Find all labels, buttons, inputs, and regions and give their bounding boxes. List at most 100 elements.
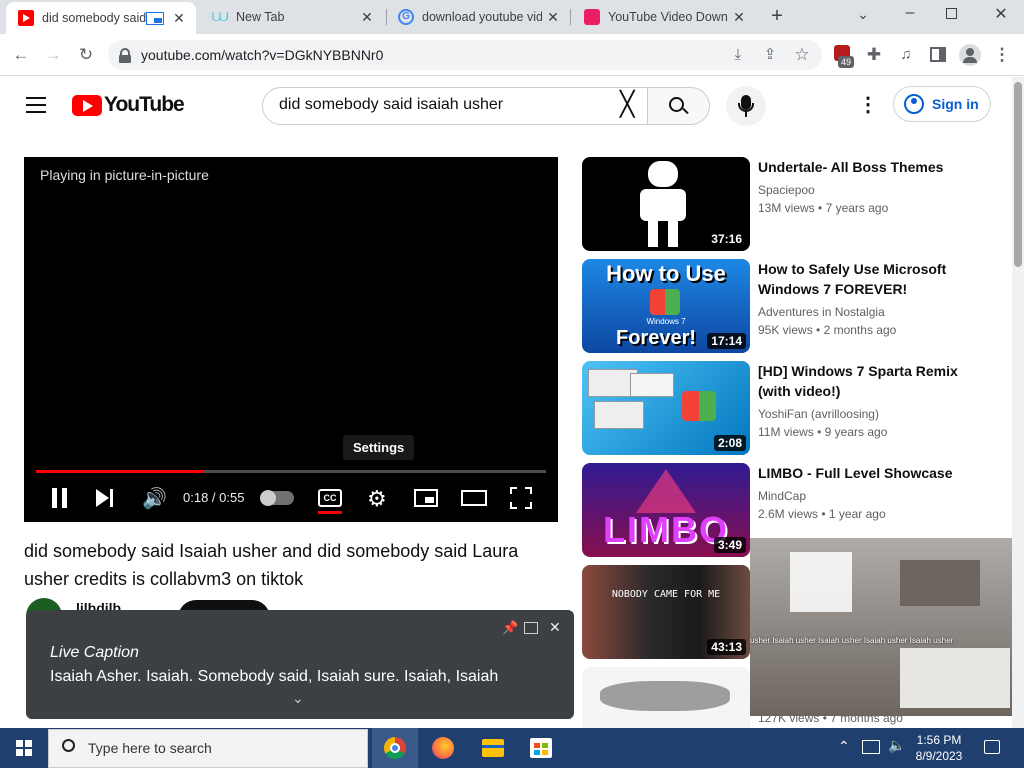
caption-text: Isaiah Asher. Isaiah. Somebody said, Isa… xyxy=(50,668,499,685)
restore-button[interactable] xyxy=(946,8,957,19)
settings-gear-icon[interactable]: ⚙ xyxy=(367,486,387,512)
extensions-puzzle-icon[interactable]: ✚ xyxy=(862,43,886,67)
speaker-icon[interactable]: 🔈 xyxy=(888,737,905,754)
pip-scene-window xyxy=(790,552,852,612)
browser-menu-icon[interactable]: ⋮ xyxy=(990,43,1014,67)
time-display: 0:18 / 0:55 xyxy=(183,490,245,505)
new-tab-favicon-icon: ⩊ xyxy=(212,8,229,25)
video-title[interactable]: How to Safely Use Microsoft Windows 7 FO… xyxy=(758,259,978,299)
youtube-favicon-icon xyxy=(18,10,34,26)
video-thumbnail[interactable]: 37:16 xyxy=(582,157,750,251)
extension-badge: 49 xyxy=(838,56,855,68)
video-thumbnail[interactable]: How to Use Windows 7 Forever! 17:14 xyxy=(582,259,750,353)
video-title[interactable]: Undertale- All Boss Themes xyxy=(758,157,978,177)
close-window-button[interactable]: ✕ xyxy=(990,4,1012,24)
miniplayer-icon[interactable] xyxy=(414,489,438,507)
tab-title: did somebody said Isaiah usher xyxy=(42,11,146,25)
video-thumbnail[interactable]: 2:08 xyxy=(582,361,750,455)
chrome-icon[interactable] xyxy=(384,737,406,759)
channel-name[interactable]: YoshiFan (avrilloosing) xyxy=(758,407,879,421)
minimize-button[interactable]: – xyxy=(898,4,922,22)
video-meta: 2.6M views • 1 year ago xyxy=(758,507,886,521)
pip-overlay-text: usher Isaiah usher Isaiah usher Isaiah u… xyxy=(750,636,954,645)
video-thumbnail[interactable]: LIMBO 3:49 xyxy=(582,463,750,557)
video-thumbnail[interactable]: NOBODY CAME FOR ME 43:13 xyxy=(582,565,750,659)
search-button[interactable] xyxy=(648,87,710,125)
back-arrow-icon[interactable]: ← xyxy=(9,43,33,67)
video-duration: 37:16 xyxy=(707,231,746,247)
close-caption-icon[interactable]: ✕ xyxy=(549,619,561,636)
windows-start-icon[interactable] xyxy=(16,740,32,756)
channel-name[interactable]: Adventures in Nostalgia xyxy=(758,305,885,319)
autoplay-toggle[interactable] xyxy=(260,490,294,506)
youtube-logo-icon[interactable] xyxy=(72,95,102,116)
side-panel-icon[interactable] xyxy=(930,47,946,62)
settings-more-icon[interactable]: ⋮ xyxy=(858,92,878,117)
youtube-logo-text[interactable]: YouTube xyxy=(104,93,185,117)
picture-in-picture-icon[interactable] xyxy=(146,11,164,25)
notification-center-icon[interactable] xyxy=(984,740,1000,754)
hamburger-menu-icon[interactable] xyxy=(26,97,46,113)
close-tab-icon[interactable]: ✕ xyxy=(168,10,190,27)
profile-avatar-icon[interactable] xyxy=(959,44,981,66)
network-icon[interactable] xyxy=(862,740,880,754)
taskbar-clock[interactable]: 1:56 PM 8/9/2023 xyxy=(908,732,970,764)
fullscreen-icon[interactable] xyxy=(510,487,532,509)
close-tab-icon[interactable]: ✕ xyxy=(542,9,564,26)
tab-separator xyxy=(570,9,571,25)
video-thumbnail[interactable] xyxy=(582,667,750,728)
recommended-video[interactable]: 2:08 [HD] Windows 7 Sparta Remix (with v… xyxy=(582,361,992,455)
search-input[interactable]: did somebody said isaiah usher xyxy=(262,87,648,125)
voice-search-button[interactable] xyxy=(726,86,766,126)
close-tab-icon[interactable]: ✕ xyxy=(356,9,378,26)
taskbar-time: 1:56 PM xyxy=(916,733,962,747)
picture-in-picture-window[interactable]: usher Isaiah usher Isaiah usher Isaiah u… xyxy=(750,538,1012,716)
tab-new-tab[interactable]: ⩊ New Tab ✕ xyxy=(200,0,384,34)
captions-icon[interactable]: CC xyxy=(318,489,342,507)
show-hidden-icons-chevron-icon[interactable]: ⌃ xyxy=(838,738,850,755)
clear-search-icon[interactable]: ╳ xyxy=(620,92,634,118)
url-text[interactable]: youtube.com/watch?v=DGkNYBBNNr0 xyxy=(141,47,383,63)
close-tab-icon[interactable]: ✕ xyxy=(728,9,750,26)
thumbnail-text: Forever! xyxy=(616,327,697,349)
downloader-favicon-icon xyxy=(584,9,600,25)
reload-icon[interactable]: ↻ xyxy=(74,43,98,67)
channel-name[interactable]: Spaciepoo xyxy=(758,183,815,197)
sign-in-label: Sign in xyxy=(932,96,979,112)
next-icon[interactable] xyxy=(96,489,116,507)
tab-video-downloader[interactable]: YouTube Video Downloader ✕ xyxy=(572,0,756,34)
media-control-icon[interactable]: ♫ xyxy=(894,43,918,67)
tab-google-search[interactable]: G download youtube video ✕ xyxy=(386,0,570,34)
video-meta: 11M views • 9 years ago xyxy=(758,425,888,439)
sign-in-button[interactable]: Sign in xyxy=(893,86,991,122)
expand-icon[interactable] xyxy=(524,622,538,634)
video-duration: 3:49 xyxy=(713,537,746,553)
theater-mode-icon[interactable] xyxy=(461,490,487,506)
video-title[interactable]: LIMBO - Full Level Showcase xyxy=(758,463,978,483)
video-player[interactable] xyxy=(24,157,558,522)
video-title[interactable]: [HD] Windows 7 Sparta Remix (with video!… xyxy=(758,361,978,401)
caption-expand-chevron-icon[interactable]: ⌄ xyxy=(292,690,304,707)
share-icon[interactable]: ⇪ xyxy=(758,43,782,67)
bookmark-star-icon[interactable]: ☆ xyxy=(790,43,814,67)
scrollbar-thumb[interactable] xyxy=(1014,82,1022,267)
channel-name[interactable]: MindCap xyxy=(758,489,806,503)
pause-icon[interactable] xyxy=(52,488,68,508)
pin-icon[interactable]: 📌 xyxy=(502,620,518,636)
progress-bar[interactable] xyxy=(36,470,546,473)
tab-search-chevron-icon[interactable]: ⌄ xyxy=(852,6,874,23)
install-app-icon[interactable]: ⤓ xyxy=(726,43,750,67)
microsoft-store-icon[interactable] xyxy=(530,738,552,758)
volume-icon[interactable]: 🔊 xyxy=(142,486,167,511)
forward-arrow-icon[interactable]: → xyxy=(41,43,65,67)
new-tab-button[interactable]: + xyxy=(766,5,788,27)
video-duration: 43:13 xyxy=(707,639,746,655)
recommended-video[interactable]: How to Use Windows 7 Forever! 17:14 How … xyxy=(582,259,992,353)
progress-played xyxy=(36,470,203,473)
lock-icon-body xyxy=(119,55,131,63)
tab-isaiah-usher[interactable]: did somebody said Isaiah usher ✕ xyxy=(6,2,196,34)
firefox-icon[interactable] xyxy=(432,737,454,759)
file-explorer-icon[interactable] xyxy=(482,739,504,757)
thumbnail-text: How to Use xyxy=(606,261,726,286)
recommended-video[interactable]: 37:16 Undertale- All Boss Themes Spaciep… xyxy=(582,157,992,251)
